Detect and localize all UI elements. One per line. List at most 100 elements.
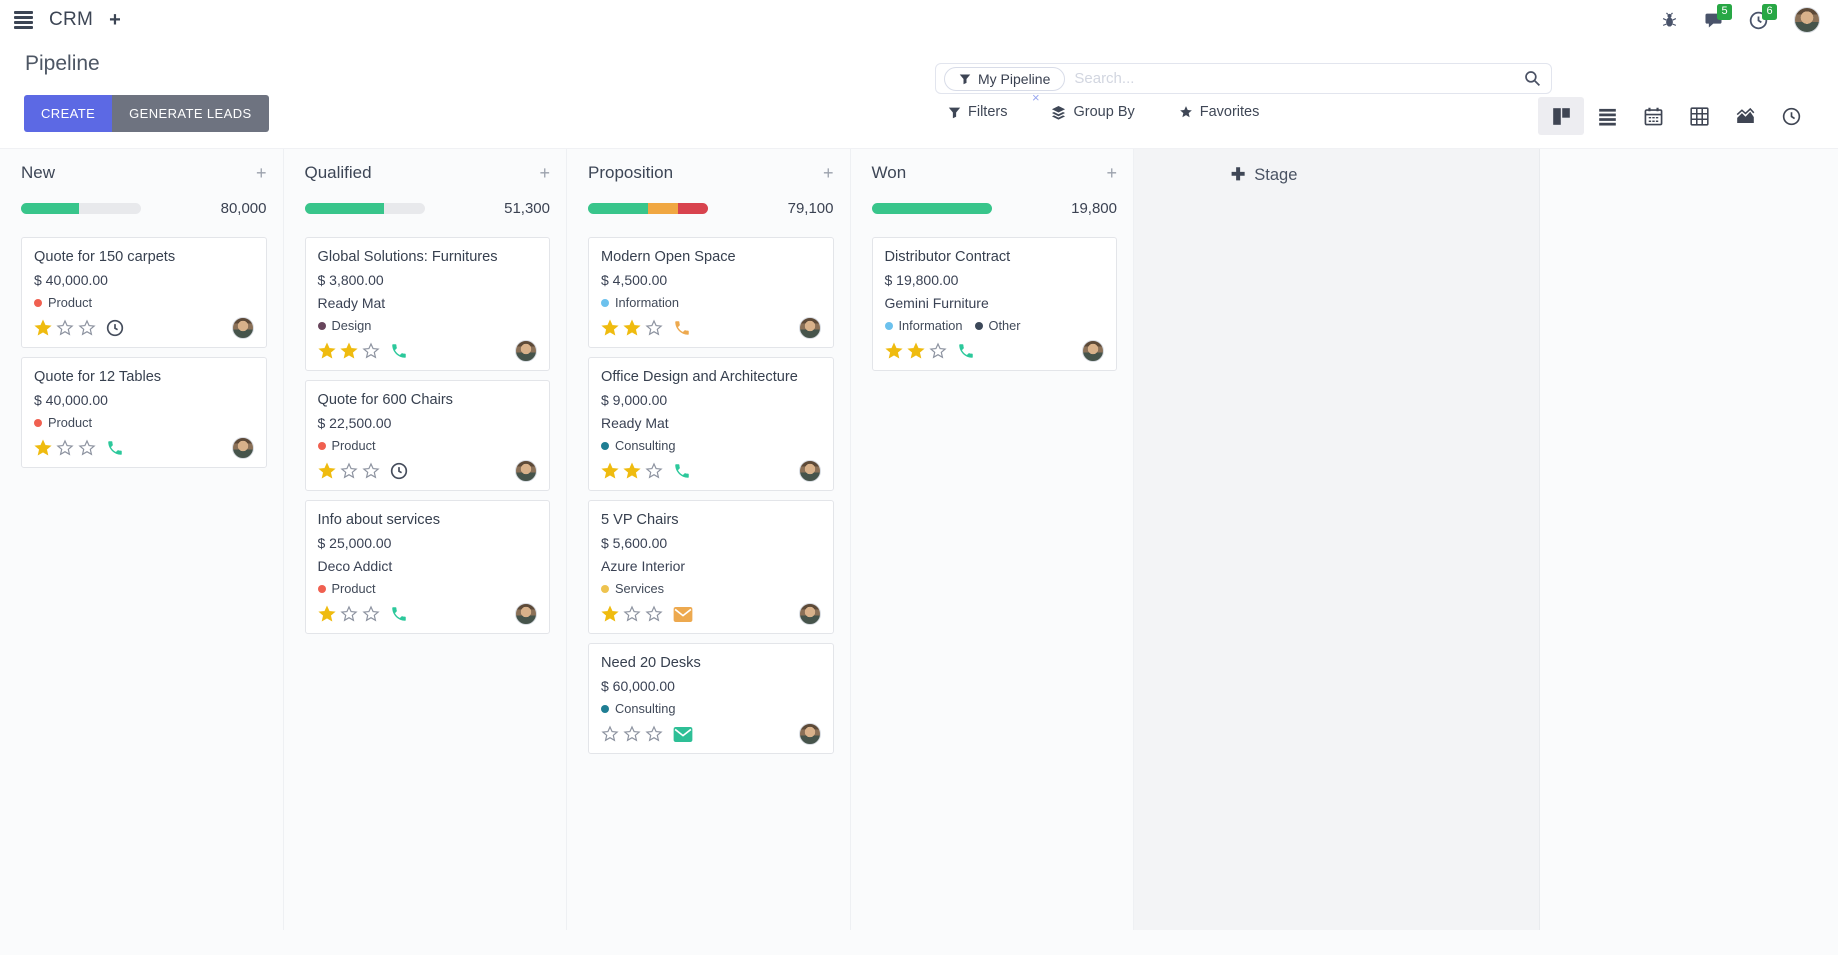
view-graph-button[interactable] bbox=[1722, 97, 1768, 135]
kanban-card[interactable]: Info about services $ 25,000.00 Deco Add… bbox=[305, 500, 551, 634]
salesperson-avatar[interactable] bbox=[515, 460, 537, 482]
activity-phone-icon[interactable] bbox=[106, 439, 124, 457]
card-amount: $ 40,000.00 bbox=[34, 392, 254, 409]
search-bar[interactable]: My Pipeline × bbox=[935, 63, 1552, 94]
view-calendar-button[interactable] bbox=[1630, 97, 1676, 135]
search-input[interactable] bbox=[1074, 70, 1524, 87]
search-icon[interactable] bbox=[1524, 70, 1541, 87]
column-title: Won bbox=[872, 163, 907, 183]
column-progressbar[interactable] bbox=[305, 203, 425, 214]
salesperson-avatar[interactable] bbox=[799, 603, 821, 625]
view-list-button[interactable] bbox=[1584, 97, 1630, 135]
tag: Product bbox=[34, 415, 92, 430]
salesperson-avatar[interactable] bbox=[799, 317, 821, 339]
star-empty-icon[interactable] bbox=[340, 605, 358, 623]
star-filled-icon[interactable] bbox=[601, 319, 619, 337]
new-window-plus-icon[interactable]: + bbox=[109, 9, 121, 32]
salesperson-avatar[interactable] bbox=[515, 603, 537, 625]
column-progressbar[interactable] bbox=[21, 203, 141, 214]
kanban-card[interactable]: Modern Open Space $ 4,500.00 Information bbox=[588, 237, 834, 348]
add-record-plus-icon[interactable]: + bbox=[256, 164, 267, 182]
messages-icon[interactable]: 5 bbox=[1704, 11, 1723, 30]
star-empty-icon[interactable] bbox=[645, 462, 663, 480]
user-avatar[interactable] bbox=[1794, 7, 1820, 33]
add-record-plus-icon[interactable]: + bbox=[539, 164, 550, 182]
star-empty-icon[interactable] bbox=[623, 725, 641, 743]
activity-clock-icon[interactable] bbox=[390, 462, 408, 480]
star-filled-icon[interactable] bbox=[907, 342, 925, 360]
activity-phone-icon[interactable] bbox=[390, 605, 408, 623]
star-empty-icon[interactable] bbox=[623, 605, 641, 623]
star-filled-icon[interactable] bbox=[318, 605, 336, 623]
add-stage-button[interactable]: ✚ Stage bbox=[1231, 165, 1297, 185]
salesperson-avatar[interactable] bbox=[232, 317, 254, 339]
star-filled-icon[interactable] bbox=[34, 319, 52, 337]
activities-clock-icon[interactable]: 6 bbox=[1749, 11, 1768, 30]
facet-remove-icon[interactable]: × bbox=[1032, 90, 1040, 105]
star-filled-icon[interactable] bbox=[340, 342, 358, 360]
star-filled-icon[interactable] bbox=[318, 462, 336, 480]
star-empty-icon[interactable] bbox=[929, 342, 947, 360]
salesperson-avatar[interactable] bbox=[232, 437, 254, 459]
star-filled-icon[interactable] bbox=[623, 319, 641, 337]
kanban-card[interactable]: Need 20 Desks $ 60,000.00 Consulting bbox=[588, 643, 834, 754]
star-empty-icon[interactable] bbox=[645, 319, 663, 337]
activity-envelope-icon[interactable] bbox=[673, 607, 693, 622]
group-by-button[interactable]: Group By bbox=[1051, 104, 1134, 120]
kanban-card[interactable]: Quote for 600 Chairs $ 22,500.00 Product bbox=[305, 380, 551, 491]
apps-menu-icon[interactable] bbox=[14, 11, 33, 29]
kanban-card[interactable]: Quote for 150 carpets $ 40,000.00 Produc… bbox=[21, 237, 267, 348]
search-facet-my-pipeline[interactable]: My Pipeline bbox=[944, 67, 1065, 91]
view-kanban-button[interactable] bbox=[1538, 97, 1584, 135]
star-filled-icon[interactable] bbox=[885, 342, 903, 360]
tag-dot-icon bbox=[601, 299, 609, 307]
app-name[interactable]: CRM bbox=[49, 9, 93, 31]
star-filled-icon[interactable] bbox=[601, 605, 619, 623]
debug-bug-icon[interactable] bbox=[1661, 12, 1678, 29]
activity-envelope-icon[interactable] bbox=[673, 727, 693, 742]
kanban-card[interactable]: Quote for 12 Tables $ 40,000.00 Product bbox=[21, 357, 267, 468]
activity-clock-icon[interactable] bbox=[106, 319, 124, 337]
star-empty-icon[interactable] bbox=[645, 725, 663, 743]
favorites-button[interactable]: Favorites bbox=[1179, 104, 1260, 120]
star-empty-icon[interactable] bbox=[601, 725, 619, 743]
star-empty-icon[interactable] bbox=[56, 319, 74, 337]
salesperson-avatar[interactable] bbox=[799, 460, 821, 482]
kanban-card[interactable]: Office Design and Architecture $ 9,000.0… bbox=[588, 357, 834, 491]
column-progressbar[interactable] bbox=[872, 203, 992, 214]
column-progressbar[interactable] bbox=[588, 203, 708, 214]
view-pivot-button[interactable] bbox=[1676, 97, 1722, 135]
card-amount: $ 40,000.00 bbox=[34, 272, 254, 289]
salesperson-avatar[interactable] bbox=[799, 723, 821, 745]
salesperson-avatar[interactable] bbox=[1082, 340, 1104, 362]
view-activity-button[interactable] bbox=[1768, 97, 1814, 135]
activity-phone-icon[interactable] bbox=[957, 342, 975, 360]
star-empty-icon[interactable] bbox=[340, 462, 358, 480]
star-filled-icon[interactable] bbox=[601, 462, 619, 480]
star-filled-icon[interactable] bbox=[34, 439, 52, 457]
activity-phone-icon[interactable] bbox=[390, 342, 408, 360]
star-empty-icon[interactable] bbox=[362, 462, 380, 480]
star-filled-icon[interactable] bbox=[623, 462, 641, 480]
star-empty-icon[interactable] bbox=[362, 605, 380, 623]
filters-button[interactable]: Filters bbox=[948, 104, 1007, 120]
star-empty-icon[interactable] bbox=[78, 319, 96, 337]
star-empty-icon[interactable] bbox=[645, 605, 663, 623]
star-filled-icon[interactable] bbox=[318, 342, 336, 360]
salesperson-avatar[interactable] bbox=[515, 340, 537, 362]
star-empty-icon[interactable] bbox=[362, 342, 380, 360]
control-panel: Pipeline CREATE GENERATE LEADS My Pipeli… bbox=[0, 40, 1838, 148]
kanban-card[interactable]: Distributor Contract $ 19,800.00 Gemini … bbox=[872, 237, 1118, 371]
star-empty-icon[interactable] bbox=[56, 439, 74, 457]
create-button[interactable]: CREATE bbox=[24, 95, 112, 132]
progress-segment bbox=[588, 203, 648, 214]
activity-phone-icon[interactable] bbox=[673, 462, 691, 480]
group-by-label: Group By bbox=[1073, 104, 1134, 120]
star-empty-icon[interactable] bbox=[78, 439, 96, 457]
activity-phone-icon[interactable] bbox=[673, 319, 691, 337]
add-record-plus-icon[interactable]: + bbox=[823, 164, 834, 182]
kanban-card[interactable]: 5 VP Chairs $ 5,600.00 Azure Interior Se… bbox=[588, 500, 834, 634]
generate-leads-button[interactable]: GENERATE LEADS bbox=[112, 95, 268, 132]
add-record-plus-icon[interactable]: + bbox=[1106, 164, 1117, 182]
kanban-card[interactable]: Global Solutions: Furnitures $ 3,800.00 … bbox=[305, 237, 551, 371]
